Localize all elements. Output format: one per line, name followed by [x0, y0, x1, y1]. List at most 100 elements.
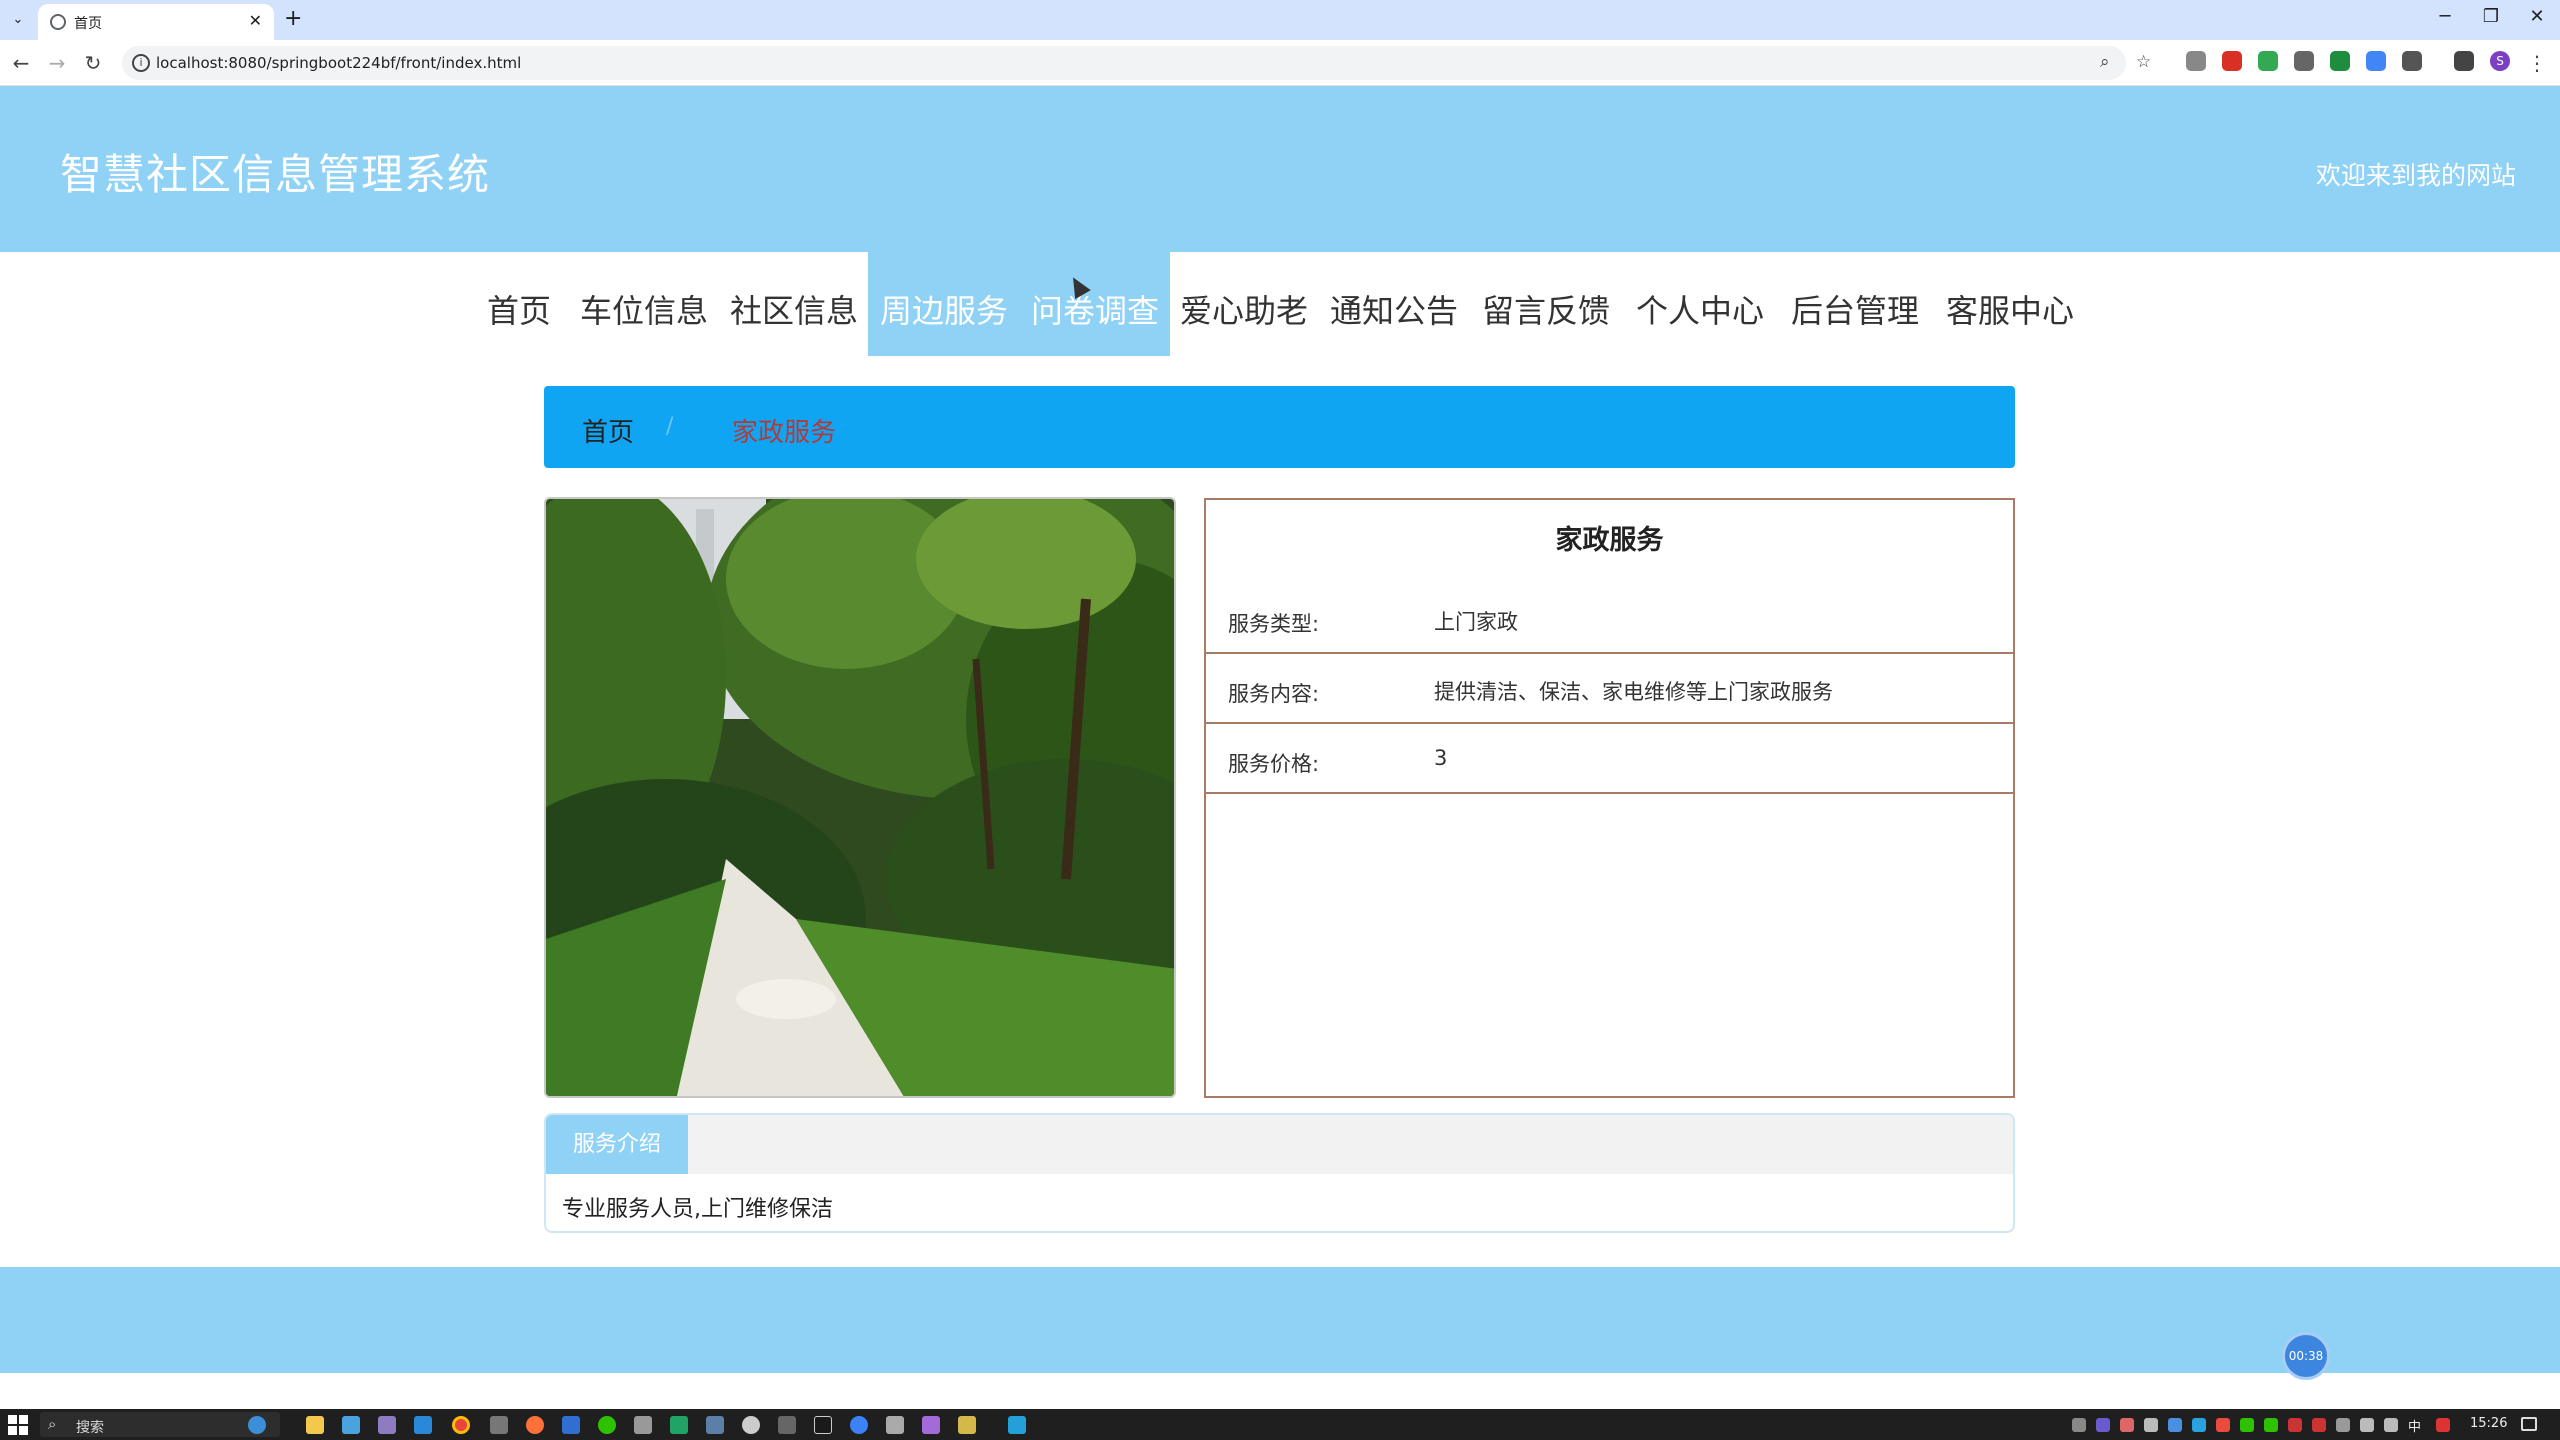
- service-detail-panel: 家政服务 服务类型: 上门家政 服务内容: 提供清洁、保洁、家电维修等上门家政服…: [1204, 498, 2015, 1098]
- service-price-value: 3: [1434, 746, 1448, 770]
- service-type-label: 服务类型:: [1228, 612, 1320, 636]
- tray-icon-14[interactable]: [2436, 1418, 2450, 1432]
- close-tab-icon[interactable]: ✕: [249, 11, 262, 30]
- back-button[interactable]: ←: [8, 51, 34, 75]
- translate-extension-icon[interactable]: [2366, 51, 2386, 71]
- app-icon-11[interactable]: [670, 1416, 688, 1434]
- chat-icon[interactable]: [742, 1416, 760, 1434]
- forward-button[interactable]: →: [44, 51, 70, 75]
- app-icon-14[interactable]: [778, 1416, 796, 1434]
- app-icon-2[interactable]: [342, 1416, 360, 1434]
- side-panel-icon[interactable]: [2454, 51, 2474, 71]
- nav-community[interactable]: 社区信息: [722, 252, 866, 356]
- tray-icon-2[interactable]: [2120, 1418, 2134, 1432]
- site-title: 智慧社区信息管理系统: [60, 150, 491, 199]
- intellij-icon[interactable]: [814, 1416, 832, 1434]
- tray-chevron-icon[interactable]: [2072, 1418, 2086, 1432]
- service-title: 家政服务: [1555, 525, 1664, 556]
- intro-tab-bar: 服务介绍: [546, 1115, 2013, 1174]
- nav-customer-service[interactable]: 客服中心: [1938, 252, 2082, 356]
- nav-survey[interactable]: 问卷调查: [1020, 252, 1170, 356]
- search-icon: ⌕: [48, 1415, 57, 1433]
- camera-extension-icon[interactable]: [2186, 51, 2206, 71]
- firefox-icon[interactable]: [526, 1416, 544, 1434]
- tray-icon-9[interactable]: [2288, 1418, 2302, 1432]
- notification-icon[interactable]: [2521, 1417, 2537, 1431]
- tray-icon-10[interactable]: [2312, 1418, 2326, 1432]
- service-content-value: 提供清洁、保洁、家电维修等上门家政服务: [1434, 680, 1833, 704]
- url-text[interactable]: localhost:8080/springboot224bf/front/ind…: [156, 54, 521, 72]
- breadcrumb-separator: /: [666, 414, 674, 439]
- browser-tab-active[interactable]: 首页 ✕: [38, 4, 274, 40]
- browser-toolbar: ← → ↻ i localhost:8080/springboot224bf/f…: [0, 40, 2560, 86]
- chrome-icon[interactable]: [452, 1416, 470, 1434]
- tray-icon-6[interactable]: [2216, 1418, 2230, 1432]
- app-icon-16[interactable]: [850, 1416, 868, 1434]
- taskbar-search-box[interactable]: ⌕ 搜索: [40, 1412, 280, 1437]
- tray-wechat-icon[interactable]: [2264, 1418, 2278, 1432]
- globe-icon: [50, 14, 66, 30]
- detail-row-content: 服务内容: 提供清洁、保洁、家电维修等上门家政服务: [1206, 654, 2013, 724]
- nav-notices[interactable]: 通知公告: [1322, 252, 1466, 356]
- site-header: 智慧社区信息管理系统 欢迎来到我的网站: [0, 86, 2560, 252]
- recording-timer-badge[interactable]: 00:38: [2282, 1332, 2330, 1380]
- service-photo: [544, 497, 1176, 1098]
- tray-icon-3[interactable]: [2144, 1418, 2158, 1432]
- tab-service-intro[interactable]: 服务介绍: [546, 1115, 688, 1174]
- wechat-icon[interactable]: [598, 1416, 616, 1434]
- nav-home[interactable]: 首页: [480, 252, 558, 356]
- volume-icon[interactable]: [2384, 1418, 2398, 1432]
- minimize-button[interactable]: ─: [2430, 6, 2460, 27]
- network-icon[interactable]: [2360, 1418, 2374, 1432]
- file-explorer-icon[interactable]: [306, 1416, 324, 1434]
- notepad-icon[interactable]: [958, 1416, 976, 1434]
- zoom-icon[interactable]: ⌕: [2100, 52, 2110, 72]
- tray-icon-5[interactable]: [2192, 1418, 2206, 1432]
- site-info-icon[interactable]: i: [132, 54, 150, 72]
- nav-elderly-care[interactable]: 爱心助老: [1172, 252, 1316, 356]
- breadcrumb-current: 家政服务: [732, 418, 837, 448]
- address-bar[interactable]: i localhost:8080/springboot224bf/front/i…: [122, 46, 2126, 80]
- nav-parking[interactable]: 车位信息: [572, 252, 716, 356]
- app-icon-4[interactable]: [414, 1416, 432, 1434]
- close-window-button[interactable]: ✕: [2522, 6, 2552, 27]
- bookmark-star-icon[interactable]: ☆: [2136, 52, 2151, 72]
- service-type-value: 上门家政: [1434, 610, 1518, 634]
- restore-button[interactable]: ❐: [2476, 6, 2506, 27]
- shield-extension-icon[interactable]: [2222, 51, 2242, 71]
- reload-button[interactable]: ↻: [80, 51, 106, 75]
- windows-start-icon[interactable]: [8, 1415, 28, 1435]
- detail-row-type: 服务类型: 上门家政: [1206, 582, 2013, 654]
- profile-avatar[interactable]: S: [2490, 51, 2510, 71]
- app-icon-20[interactable]: [1008, 1416, 1026, 1434]
- nav-admin[interactable]: 后台管理: [1783, 252, 1927, 356]
- taskbar-clock[interactable]: 15:26: [2470, 1416, 2507, 1431]
- browser-menu-icon[interactable]: ⋮: [2524, 51, 2550, 75]
- vue-extension-icon[interactable]: [2330, 51, 2350, 71]
- app-icon-18[interactable]: [922, 1416, 940, 1434]
- app-icon-8[interactable]: [562, 1416, 580, 1434]
- weather-globe-icon[interactable]: [248, 1416, 266, 1434]
- nav-nearby-services[interactable]: 周边服务: [868, 252, 1020, 356]
- tray-icon-7[interactable]: [2240, 1418, 2254, 1432]
- app-icon-17[interactable]: [886, 1416, 904, 1434]
- tray-icon-1[interactable]: [2096, 1418, 2110, 1432]
- settings-gear-icon[interactable]: [490, 1416, 508, 1434]
- app-icon-10[interactable]: [634, 1416, 652, 1434]
- tab-title: 首页: [74, 16, 102, 32]
- extensions-puzzle-icon[interactable]: [2402, 51, 2422, 71]
- nav-profile[interactable]: 个人中心: [1628, 252, 1772, 356]
- tray-icon-4[interactable]: [2168, 1418, 2182, 1432]
- tab-list-button[interactable]: ⌄: [6, 8, 30, 32]
- new-tab-button[interactable]: +: [284, 6, 302, 31]
- breadcrumb: 首页 / 家政服务: [544, 386, 2015, 468]
- copy-extension-icon[interactable]: [2294, 51, 2314, 71]
- tray-icon-11[interactable]: [2336, 1418, 2350, 1432]
- puzzle-green-extension-icon[interactable]: [2258, 51, 2278, 71]
- input-method-indicator[interactable]: 中: [2408, 1416, 2421, 1435]
- app-icon-3[interactable]: [378, 1416, 396, 1434]
- nav-feedback[interactable]: 留言反馈: [1474, 252, 1618, 356]
- breadcrumb-home[interactable]: 首页: [582, 412, 634, 449]
- app-icon-12[interactable]: [706, 1416, 724, 1434]
- windows-taskbar: ⌕ 搜索 中 15:26: [0, 1409, 2560, 1440]
